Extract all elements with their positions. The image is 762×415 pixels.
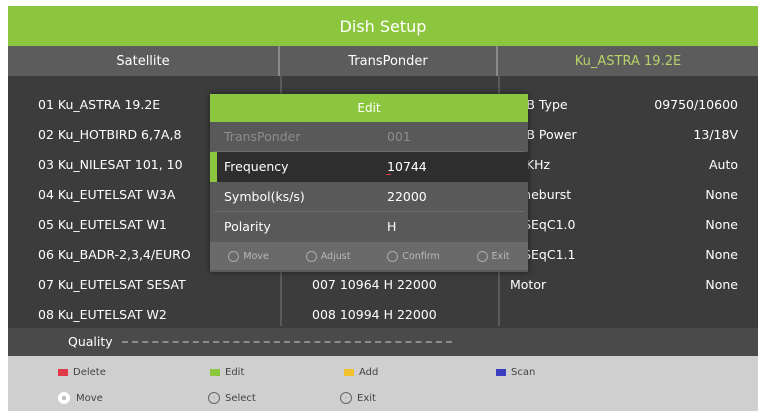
- legend-select: · Select: [208, 392, 256, 404]
- help-confirm: Confirm: [387, 250, 440, 262]
- param-row-lnb-type[interactable]: LNB Type 09750/10600: [506, 90, 758, 120]
- edit-dialog: Edit TransPonder 001 Frequency 10744 Sym…: [210, 94, 528, 272]
- transponder-item[interactable]: 007 10964 H 22000: [312, 270, 502, 300]
- param-label: Motor: [510, 277, 547, 292]
- quality-label: Quality: [68, 334, 113, 349]
- param-row-lnb-power[interactable]: LNB Power 13/18V: [506, 120, 758, 150]
- polarity-select[interactable]: H: [387, 212, 396, 242]
- edit-label: Frequency: [224, 159, 289, 174]
- legend-label: Add: [359, 367, 379, 378]
- frequency-input[interactable]: 10744: [387, 152, 427, 182]
- legend-delete: Delete: [58, 367, 106, 378]
- symbol-rate-input[interactable]: 22000: [387, 182, 427, 212]
- exit-button-icon: ·: [340, 392, 352, 404]
- quality-bar: [122, 341, 452, 345]
- navigation-pad-icon: [58, 392, 70, 404]
- legend-exit: · Exit: [340, 392, 376, 404]
- edit-label: Polarity: [224, 219, 271, 234]
- green-key-icon: [210, 369, 220, 376]
- transponder-item[interactable]: 008 10994 H 22000: [312, 300, 502, 330]
- satellite-column-header: Satellite: [8, 46, 280, 76]
- legend-label: Move: [76, 392, 103, 404]
- legend-edit: Edit: [210, 367, 244, 378]
- legend-scan: Scan: [496, 367, 535, 378]
- help-adjust: Adjust: [305, 250, 351, 262]
- edit-row-polarity[interactable]: Polarity H: [210, 212, 528, 242]
- legend-label: Scan: [511, 367, 536, 378]
- current-satellite-header: Ku_ASTRA 19.2E: [574, 53, 682, 69]
- edit-dialog-help: Move Adjust Confirm Exit: [210, 242, 528, 270]
- edit-row-symbol-rate[interactable]: Symbol(ks/s) 22000: [210, 182, 528, 212]
- dish-setup-screen: Dish Setup Satellite TransPonder Ku_ASTR…: [8, 6, 758, 411]
- navigation-pad-icon: [228, 250, 240, 262]
- red-key-icon: [58, 369, 68, 376]
- legend-label: Exit: [357, 392, 376, 404]
- exit-button-icon: [476, 250, 488, 262]
- param-value: None: [705, 277, 738, 292]
- legend-move: Move: [58, 392, 103, 404]
- yellow-key-icon: [344, 369, 354, 376]
- help-exit: Exit: [476, 250, 510, 262]
- signal-quality: Quality: [8, 328, 758, 356]
- param-row-22khz[interactable]: 22KHz Auto: [506, 150, 758, 180]
- edit-row-frequency[interactable]: Frequency 10744: [210, 152, 528, 182]
- column-headers: Satellite TransPonder Ku_ASTRA 19.2E: [8, 46, 758, 76]
- param-value: None: [705, 217, 738, 232]
- edit-value: 001: [387, 129, 411, 144]
- param-value: Auto: [708, 157, 738, 172]
- key-legend: Delete Edit Add Scan Move · Select · Exi…: [8, 356, 758, 411]
- edit-label: Symbol(ks/s): [224, 189, 305, 204]
- blue-key-icon: [496, 369, 506, 376]
- satellite-item[interactable]: 08 Ku_EUTELSAT W2: [38, 300, 278, 330]
- help-label: Adjust: [320, 250, 351, 262]
- help-move: Move: [228, 250, 269, 262]
- transponder-column-header: TransPonder: [280, 46, 498, 76]
- ok-button-icon: [387, 250, 399, 262]
- lnb-parameters: LNB Type 09750/10600 LNB Power 13/18V 22…: [506, 90, 758, 300]
- edit-label: TransPonder: [224, 129, 301, 144]
- param-row-toneburst[interactable]: Toneburst None: [506, 180, 758, 210]
- param-row-motor[interactable]: Motor None: [506, 270, 758, 300]
- help-label: Confirm: [402, 250, 440, 262]
- param-row-diseqc11[interactable]: DiSEqC1.1 None: [506, 240, 758, 270]
- param-value: 09750/10600: [654, 97, 738, 112]
- edit-dialog-title: Edit: [210, 94, 528, 122]
- page-title: Dish Setup: [8, 6, 758, 46]
- legend-label: Select: [225, 392, 256, 404]
- param-value: 13/18V: [693, 127, 738, 142]
- legend-label: Edit: [225, 367, 245, 378]
- legend-add: Add: [344, 367, 378, 378]
- satellite-item[interactable]: 07 Ku_EUTELSAT SESAT: [38, 270, 278, 300]
- help-label: Exit: [491, 250, 510, 262]
- param-value: None: [705, 247, 738, 262]
- ok-button-icon: ·: [208, 392, 220, 404]
- param-row-diseqc10[interactable]: DiSEqC1.0 None: [506, 210, 758, 240]
- legend-label: Delete: [73, 367, 106, 378]
- text-cursor: [386, 174, 391, 175]
- edit-row-transponder: TransPonder 001: [210, 122, 528, 152]
- left-right-icon: [305, 250, 317, 262]
- help-label: Move: [243, 250, 269, 262]
- param-value: None: [705, 187, 738, 202]
